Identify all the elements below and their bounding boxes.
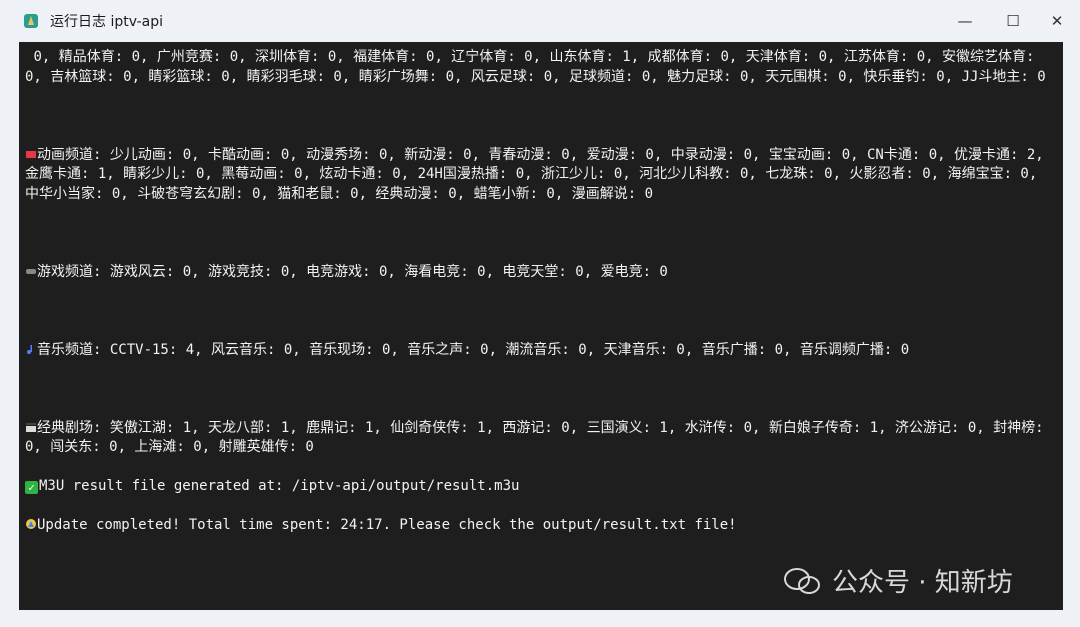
- log-line-m3u: ✓ M3U result file generated at: /iptv-api…: [25, 477, 1057, 497]
- log-line-games: 游戏频道: 游戏风云: 0, 游戏竞技: 0, 电竞游戏: 0, 海看电竞: 0…: [25, 263, 1057, 283]
- log-line-complete: Update completed! Total time spent: 24:1…: [25, 516, 1057, 536]
- log-line-music: 音乐频道: CCTV-15: 4, 风云音乐: 0, 音乐现场: 0, 音乐之声…: [25, 341, 1057, 361]
- log-line-sports: 0, 精品体育: 0, 广州竞赛: 0, 深圳体育: 0, 福建体育: 0, 辽…: [25, 49, 1046, 85]
- maximize-button[interactable]: ☐: [990, 0, 1036, 42]
- gamepad-icon: [26, 268, 36, 274]
- log-line-theater: 经典剧场: 笑傲江湖: 1, 天龙八部: 1, 鹿鼎记: 1, 仙剑奇侠传: 1…: [25, 419, 1057, 458]
- log-line-theater-text: 经典剧场: 笑傲江湖: 1, 天龙八部: 1, 鹿鼎记: 1, 仙剑奇侠传: 1…: [25, 419, 1053, 456]
- theater-icon: [26, 422, 36, 432]
- tv-icon: [26, 150, 36, 158]
- log-line-m3u-text: M3U result file generated at: /iptv-api/…: [39, 478, 520, 494]
- window-title: 运行日志 iptv-api: [50, 14, 164, 30]
- log-line-animation-text: 动画频道: 少儿动画: 0, 卡酷动画: 0, 动漫秀场: 0, 新动漫: 0,…: [25, 146, 1053, 202]
- terminal-window: 运行日志 iptv-api — ☐ ✕ 0, 精品体育: 0, 广州竞赛: 0,…: [0, 0, 1080, 627]
- watermark: 公众号 · 知新坊: [782, 562, 1013, 599]
- music-note-icon: [27, 344, 32, 354]
- wechat-icon: [784, 567, 820, 594]
- title-bar[interactable]: 运行日志 iptv-api — ☐ ✕: [0, 0, 1080, 42]
- log-line-music-text: 音乐频道: CCTV-15: 4, 风云音乐: 0, 音乐现场: 0, 音乐之声…: [37, 341, 910, 358]
- close-icon: ✕: [1050, 12, 1064, 30]
- log-line-games-text: 游戏频道: 游戏风云: 0, 游戏竞技: 0, 电竞游戏: 0, 海看电竞: 0…: [37, 263, 668, 280]
- watermark-text: 公众号 · 知新坊: [832, 568, 1013, 598]
- app-icon: [24, 14, 38, 28]
- console-output[interactable]: 0, 精品体育: 0, 广州竞赛: 0, 深圳体育: 0, 福建体育: 0, 辽…: [19, 42, 1063, 610]
- party-icon: [26, 519, 36, 529]
- minimize-icon: —: [957, 12, 973, 30]
- close-button[interactable]: ✕: [1034, 0, 1080, 42]
- maximize-icon: ☐: [1006, 12, 1020, 30]
- check-icon: ✓: [25, 481, 38, 494]
- minimize-button[interactable]: —: [942, 0, 988, 42]
- log-line-animation: 动画频道: 少儿动画: 0, 卡酷动画: 0, 动漫秀场: 0, 新动漫: 0,…: [25, 146, 1057, 205]
- log-line-complete-text: Update completed! Total time spent: 24:1…: [37, 517, 737, 533]
